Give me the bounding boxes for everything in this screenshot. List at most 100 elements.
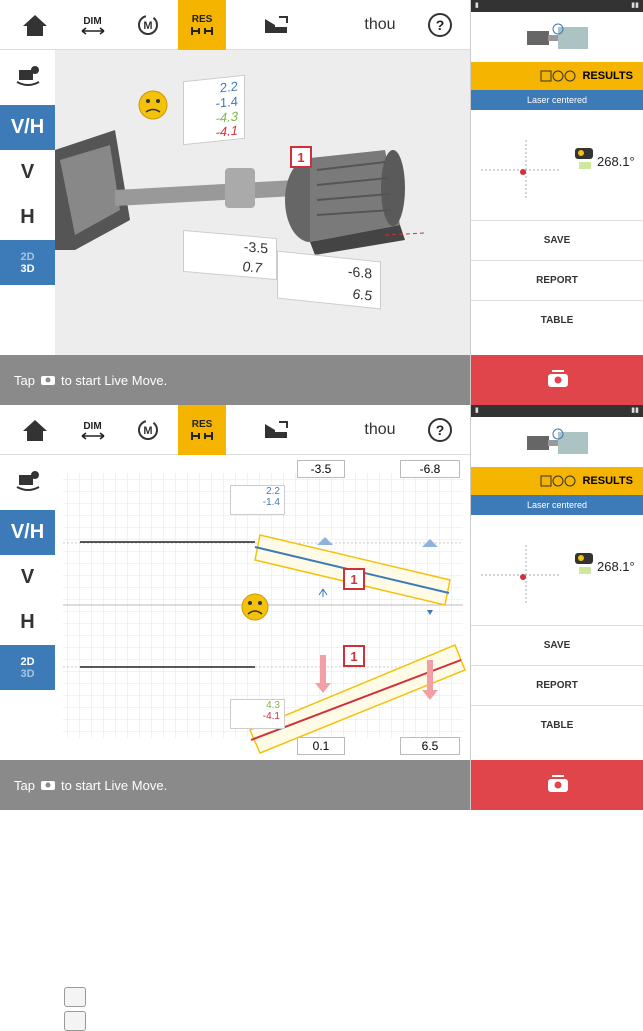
results-bar[interactable]: RESULTS xyxy=(471,467,643,495)
device-status-bar: ▮ ▮▮ xyxy=(471,405,643,417)
vertical-mode-icon[interactable] xyxy=(64,987,86,1007)
res-label: RES xyxy=(191,13,213,25)
dim-button[interactable]: DIM xyxy=(70,0,115,50)
report-button[interactable]: REPORT xyxy=(471,665,643,705)
2d-3d-toggle[interactable]: 2D 3D xyxy=(0,645,55,690)
status-prefix: Tap xyxy=(14,777,35,793)
home-icon xyxy=(23,15,47,36)
angle-value: 268.1° xyxy=(597,154,635,169)
v-button[interactable]: V xyxy=(0,555,55,600)
dimension-arrows-icon xyxy=(81,26,104,35)
horizontal-angularity: -4.1 xyxy=(262,711,280,722)
front-vertical-value: -3.5 xyxy=(243,238,268,257)
units-label: thou xyxy=(364,421,396,438)
vertical-offset: 2.2 xyxy=(266,486,280,497)
v-button[interactable]: V xyxy=(0,150,55,195)
help-icon: ? xyxy=(428,13,452,37)
laser-status: Laser centered xyxy=(471,90,643,110)
top-value-front: -3.5 xyxy=(297,460,345,478)
coupling-results-box: 2.2 -1.4 -4.3 -4.1 xyxy=(183,74,245,146)
camera-view-button[interactable] xyxy=(0,55,55,95)
back-vertical-value: -6.8 xyxy=(347,262,372,282)
horizontal-coupling-box: 4.3 -4.1 xyxy=(230,699,285,729)
machine-move-icon xyxy=(264,421,288,438)
status-suffix: to start Live Move. xyxy=(60,777,168,793)
back-horizontal-value: 6.5 xyxy=(352,285,372,304)
live-move-icon xyxy=(547,370,568,387)
vertical-angularity: -1.4 xyxy=(262,497,280,508)
units-button[interactable]: thou xyxy=(350,0,410,50)
move-machine-button[interactable] xyxy=(252,405,297,455)
angle-value: 268.1° xyxy=(597,559,635,574)
machine-label[interactable]: 1 xyxy=(290,146,312,168)
table-button[interactable]: TABLE xyxy=(471,300,643,340)
machine-label-horizontal[interactable]: 1 xyxy=(343,645,365,667)
res-label: RES xyxy=(191,418,213,430)
2d-3d-toggle[interactable]: 2D 3D xyxy=(0,240,55,285)
3d-view: 2.2 -1.4 -4.3 -4.1 1 -3.5 0.7 -6.8 6.5 xyxy=(55,50,470,355)
vertical-coupling-box: 2.2 -1.4 xyxy=(230,485,285,515)
result-couple-icon xyxy=(191,26,213,35)
live-move-button[interactable] xyxy=(471,355,643,405)
results-icons xyxy=(540,70,576,82)
dim-label: DIM xyxy=(83,15,102,27)
machine-thumbnail-icon xyxy=(527,428,588,454)
measure-button[interactable]: M xyxy=(128,405,168,455)
h-button[interactable]: H xyxy=(0,600,55,645)
h-button[interactable]: H xyxy=(0,195,55,240)
horizontal-mode-icon[interactable] xyxy=(64,1011,86,1031)
help-button[interactable]: ? xyxy=(415,0,465,50)
status-bar: Tap to start Live Move. xyxy=(0,760,470,810)
dimension-arrows-icon xyxy=(81,431,104,440)
live-move-icon xyxy=(547,775,568,792)
units-button[interactable]: thou xyxy=(350,405,410,455)
laser-target-area: 268.1° xyxy=(471,110,643,220)
report-button[interactable]: REPORT xyxy=(471,260,643,300)
camera-view-button[interactable] xyxy=(0,460,55,500)
bottom-value-front: 0.1 xyxy=(297,737,345,755)
results-bar[interactable]: RESULTS xyxy=(471,62,643,90)
vh-button[interactable]: V/H xyxy=(0,105,55,150)
3d-label: 3D xyxy=(20,262,35,275)
measure-button[interactable]: M xyxy=(128,0,168,50)
toolbar: DIM M RES thou ? xyxy=(0,0,470,50)
status-suffix: to start Live Move. xyxy=(60,372,168,388)
toolbar: DIM M RES thou ? xyxy=(0,405,470,455)
screen-3d: DIM M RES thou ? V/H V H 2D 3D 2.2 -1.4 … xyxy=(0,0,643,405)
measure-m-icon: M xyxy=(138,15,158,35)
results-label: RESULTS xyxy=(582,475,633,487)
side-menu: V/H V H 2D 3D xyxy=(0,50,55,355)
machine-thumbnail[interactable] xyxy=(471,12,643,62)
res-button[interactable]: RES xyxy=(178,405,226,455)
home-button[interactable] xyxy=(0,0,70,50)
save-button[interactable]: SAVE xyxy=(471,625,643,665)
2d-label: 2D xyxy=(20,250,35,263)
res-button[interactable]: RES xyxy=(178,0,226,50)
2d-label: 2D xyxy=(20,655,35,668)
home-icon xyxy=(23,420,47,441)
2d-chart-view: -3.5 -6.8 0.1 6.5 2.2 -1.4 4.3 -4.1 1 1 xyxy=(55,455,470,760)
machine-thumbnail-icon xyxy=(527,23,588,49)
machine-label-vertical[interactable]: 1 xyxy=(343,568,365,590)
vh-button[interactable]: V/H xyxy=(0,510,55,555)
table-button[interactable]: TABLE xyxy=(471,705,643,745)
right-panel: ▮ ▮▮ RESULTS Laser centered 268.1° SAVE R… xyxy=(470,0,643,405)
move-machine-button[interactable] xyxy=(252,0,297,50)
save-button[interactable]: SAVE xyxy=(471,220,643,260)
rotate-view-icon xyxy=(16,66,39,86)
dim-button[interactable]: DIM xyxy=(70,405,115,455)
machine-thumbnail[interactable] xyxy=(471,417,643,467)
live-move-button[interactable] xyxy=(471,760,643,810)
home-button[interactable] xyxy=(0,405,70,455)
top-value-back: -6.8 xyxy=(400,460,460,478)
status-prefix: Tap xyxy=(14,372,35,388)
laser-status: Laser centered xyxy=(471,495,643,515)
status-smiley-icon xyxy=(240,592,270,627)
svg-text:M: M xyxy=(143,20,152,32)
bottom-value-back: 6.5 xyxy=(400,737,460,755)
front-feet-box: -3.5 0.7 xyxy=(183,229,277,281)
help-button[interactable]: ? xyxy=(415,405,465,455)
rotate-view-icon xyxy=(16,471,39,491)
live-move-icon xyxy=(40,376,55,385)
right-panel: ▮ ▮▮ RESULTS Laser centered 268.1° SAVE R… xyxy=(470,405,643,810)
